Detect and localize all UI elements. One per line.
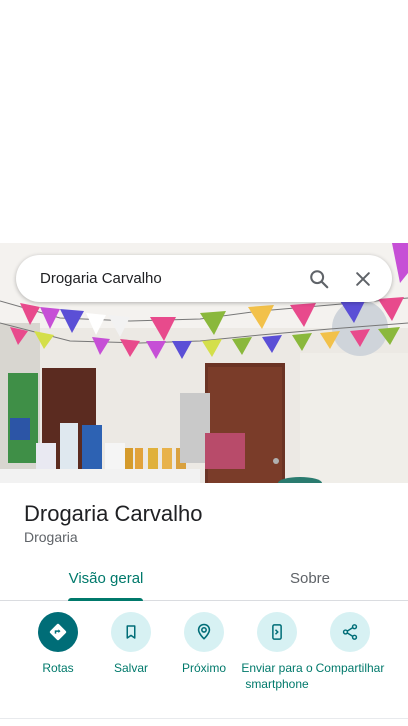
send-to-phone-button-circle[interactable] bbox=[257, 612, 297, 652]
share-label: Compartilhar bbox=[315, 661, 385, 675]
clear-search-button[interactable] bbox=[344, 260, 382, 298]
search-input[interactable]: Drogaria Carvalho bbox=[40, 270, 294, 287]
directions-label: Rotas bbox=[42, 661, 74, 675]
nearby-button-circle[interactable] bbox=[184, 612, 224, 652]
directions-icon bbox=[49, 623, 67, 641]
send-to-phone-button[interactable]: Enviar para o smartphone bbox=[239, 612, 315, 692]
directions-button-circle[interactable] bbox=[38, 612, 78, 652]
bookmark-icon bbox=[126, 625, 136, 639]
tab-about[interactable]: Sobre bbox=[212, 556, 408, 600]
place-sheet: Drogaria Carvalho Drogaria Carvalho Drog… bbox=[0, 0, 408, 726]
action-buttons: Rotas Salvar Próximo Enviar para o smart… bbox=[0, 612, 408, 712]
directions-button[interactable]: Rotas bbox=[20, 612, 96, 676]
place-category[interactable]: Drogaria bbox=[24, 529, 78, 545]
place-title: Drogaria Carvalho bbox=[24, 501, 203, 526]
share-button-circle[interactable] bbox=[330, 612, 370, 652]
nearby-label: Próximo bbox=[181, 661, 226, 675]
search-button[interactable] bbox=[300, 260, 338, 298]
tab-overview[interactable]: Visão geral bbox=[0, 556, 212, 600]
share-icon bbox=[342, 624, 358, 640]
send-to-phone-label: Enviar para o smartphone bbox=[241, 661, 313, 691]
nearby-button[interactable]: Próximo bbox=[166, 612, 242, 676]
map-area[interactable] bbox=[0, 0, 408, 243]
search-icon bbox=[310, 269, 329, 288]
divider bbox=[0, 718, 408, 719]
save-button-circle[interactable] bbox=[111, 612, 151, 652]
share-button[interactable]: Compartilhar bbox=[312, 612, 388, 676]
send-to-phone-icon bbox=[272, 624, 282, 640]
save-label: Salvar bbox=[113, 661, 148, 675]
save-button[interactable]: Salvar bbox=[93, 612, 169, 676]
tab-selected-indicator bbox=[68, 598, 143, 601]
nearby-icon bbox=[197, 623, 211, 640]
close-icon bbox=[356, 271, 370, 286]
search-bar[interactable]: Drogaria Carvalho bbox=[16, 255, 392, 302]
tab-bar: Visão geral Sobre bbox=[0, 556, 408, 601]
